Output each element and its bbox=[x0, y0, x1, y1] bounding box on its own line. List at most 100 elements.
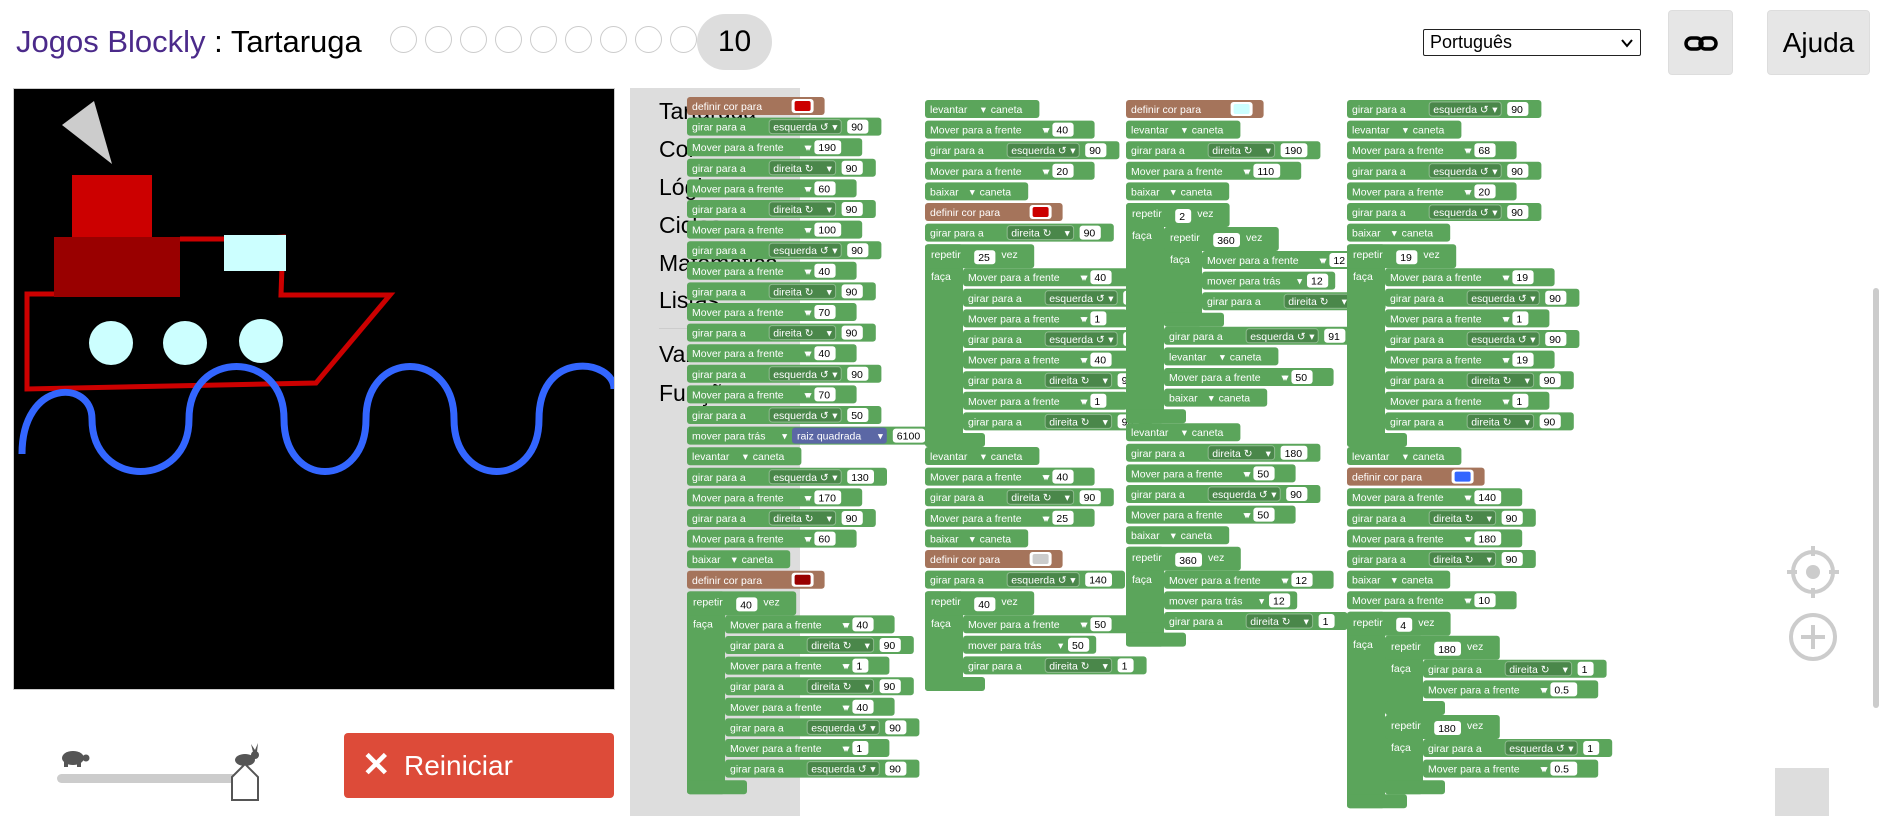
repeat-times-label: vez bbox=[1001, 596, 1017, 608]
block-label: girar para a bbox=[692, 245, 746, 257]
block-script[interactable]: definir cor paragirar para a esquerda ↺ ▾ 9… bbox=[687, 97, 933, 795]
dropdown-chevron-icon: ▾ bbox=[1542, 764, 1548, 776]
block-label: baixar bbox=[1131, 186, 1160, 198]
block-label: girar para a bbox=[692, 204, 746, 216]
number-input-text: 90 bbox=[884, 640, 896, 652]
level-dot[interactable] bbox=[635, 26, 662, 53]
dropdown-chevron-icon: ▾ bbox=[1321, 255, 1327, 267]
level-dot[interactable] bbox=[530, 26, 557, 53]
number-input-text: 12 bbox=[1311, 276, 1323, 288]
number-input-text: 180 bbox=[1478, 533, 1496, 545]
dropdown-chevron-icon: ▾ bbox=[970, 186, 976, 198]
home-link[interactable]: Jogos Blockly bbox=[16, 24, 206, 59]
dropdown-chevron-icon: ▾ bbox=[1466, 595, 1472, 607]
help-button[interactable]: Ajuda bbox=[1767, 10, 1870, 75]
color-swatch bbox=[1454, 471, 1471, 482]
direction-dropdown-label: direita ↻ bbox=[1011, 492, 1052, 504]
current-level-badge[interactable]: 10 bbox=[697, 14, 772, 70]
turtle-drawing bbox=[18, 101, 618, 475]
slider-track[interactable] bbox=[57, 774, 247, 783]
dropdown-chevron-icon: ▾ bbox=[1259, 595, 1265, 607]
number-input-text: 170 bbox=[818, 492, 836, 504]
block-label: girar para a bbox=[1390, 375, 1444, 387]
repeat-do-label: faça bbox=[1353, 639, 1373, 651]
dropdown-chevron-icon: ▾ bbox=[865, 681, 871, 693]
link-icon bbox=[1684, 36, 1718, 51]
direction-dropdown-label: esquerda ↺ bbox=[773, 245, 829, 257]
block-label: girar para a bbox=[1352, 554, 1406, 566]
dropdown-chevron-icon: ▾ bbox=[1525, 416, 1531, 428]
block-label: girar para a bbox=[968, 334, 1022, 346]
level-dot[interactable] bbox=[390, 26, 417, 53]
block-script[interactable]: girar para a esquerda ↺ ▾ 90levantar ▾ caneta… bbox=[1347, 100, 1613, 809]
direction-dropdown-label: esquerda ↺ bbox=[1433, 104, 1489, 116]
block-label: baixar bbox=[692, 554, 721, 566]
dropdown-chevron-icon: ▾ bbox=[827, 163, 833, 175]
blockly-workspace[interactable]: TartarugaCorLógicaCiclosMatemáticaListas… bbox=[630, 88, 1879, 816]
block-canvas[interactable]: definir cor paragirar para a esquerda ↺ ▾ 9… bbox=[630, 88, 1879, 816]
dropdown-chevron-icon: ▾ bbox=[1492, 207, 1498, 219]
dropdown-chevron-icon: ▾ bbox=[827, 204, 833, 216]
repeat-count-input-text: 180 bbox=[1438, 644, 1456, 656]
level-dot[interactable] bbox=[565, 26, 592, 53]
dropdown-chevron-icon: ▾ bbox=[1044, 513, 1050, 525]
number-input-text: 90 bbox=[1511, 207, 1523, 219]
number-input-text: 1 bbox=[1582, 664, 1588, 676]
level-dot[interactable] bbox=[460, 26, 487, 53]
repeat-do-label: faça bbox=[931, 618, 951, 630]
number-input-text: 100 bbox=[818, 225, 836, 237]
dropdown-chevron-icon: ▾ bbox=[1044, 125, 1050, 137]
number-input-text: 90 bbox=[1084, 228, 1096, 240]
repeat-label: repetir bbox=[931, 249, 961, 261]
number-input-text: 68 bbox=[1478, 145, 1490, 157]
dropdown-chevron-icon: ▾ bbox=[1044, 472, 1050, 484]
speed-slider[interactable] bbox=[57, 742, 259, 802]
number-input-text: 60 bbox=[818, 534, 830, 546]
number-input-text: 1 bbox=[1323, 616, 1329, 628]
dropdown-chevron-icon: ▾ bbox=[1466, 533, 1472, 545]
level-dot[interactable] bbox=[495, 26, 522, 53]
dropdown-chevron-icon: ▾ bbox=[1563, 664, 1569, 676]
block-label: girar para a bbox=[1390, 293, 1444, 305]
repeat-label: repetir bbox=[1353, 617, 1383, 629]
block-label: levantar bbox=[1352, 125, 1390, 137]
block-label: Mover para a frente bbox=[1169, 575, 1261, 587]
level-dot[interactable] bbox=[425, 26, 452, 53]
block-label: levantar bbox=[1131, 427, 1169, 439]
number-input-text: 1 bbox=[856, 743, 862, 755]
repeat-block-foot bbox=[925, 677, 985, 691]
block-label: levantar bbox=[930, 451, 968, 463]
level-dot[interactable] bbox=[600, 26, 627, 53]
dropdown-chevron-icon: ▾ bbox=[827, 513, 833, 525]
block-label: Mover para a frente bbox=[730, 702, 822, 714]
slider-thumb[interactable] bbox=[230, 762, 260, 802]
level-dot[interactable] bbox=[670, 26, 697, 53]
dropdown-chevron-icon: ▾ bbox=[1070, 575, 1076, 587]
block-label: Mover para a frente bbox=[692, 348, 784, 360]
dropdown-chevron-icon: ▾ bbox=[806, 266, 812, 278]
reset-button[interactable]: ✕ Reiniciar bbox=[344, 733, 614, 798]
block-label: baixar bbox=[930, 533, 959, 545]
pen-caneta-label: caneta bbox=[1181, 186, 1213, 198]
repeat-label: repetir bbox=[1132, 552, 1162, 564]
block-script[interactable]: levantar ▾ canetaMover para a frente ▾▾ 40gi… bbox=[925, 100, 1158, 691]
math-function-label: raiz quadrada bbox=[797, 431, 861, 443]
repeat-block-foot bbox=[1126, 409, 1186, 424]
direction-dropdown-label: direita ↻ bbox=[773, 286, 814, 298]
dropdown-chevron-icon: ▾ bbox=[1082, 272, 1088, 284]
number-input-text: 90 bbox=[1544, 375, 1556, 387]
block-label: Mover para a frente bbox=[968, 313, 1060, 325]
dropdown-chevron-icon: ▾ bbox=[1271, 489, 1277, 501]
number-input-text: 1 bbox=[1516, 396, 1522, 408]
number-input-text: 1 bbox=[1122, 660, 1128, 672]
number-input-text: 1 bbox=[1516, 313, 1522, 325]
number-input-text: 90 bbox=[1544, 416, 1556, 428]
pen-caneta-label: caneta bbox=[1181, 530, 1213, 542]
link-button[interactable] bbox=[1668, 10, 1733, 75]
turtle-slow-icon bbox=[62, 751, 90, 767]
repeat-do-label: faça bbox=[1132, 574, 1152, 586]
block-label: levantar bbox=[1131, 125, 1169, 137]
dropdown-chevron-icon: ▾ bbox=[832, 410, 838, 422]
language-select[interactable]: Português bbox=[1423, 29, 1641, 56]
block-script[interactable]: definir cor para levantar ▾ caneta girar par… bbox=[1126, 100, 1386, 647]
